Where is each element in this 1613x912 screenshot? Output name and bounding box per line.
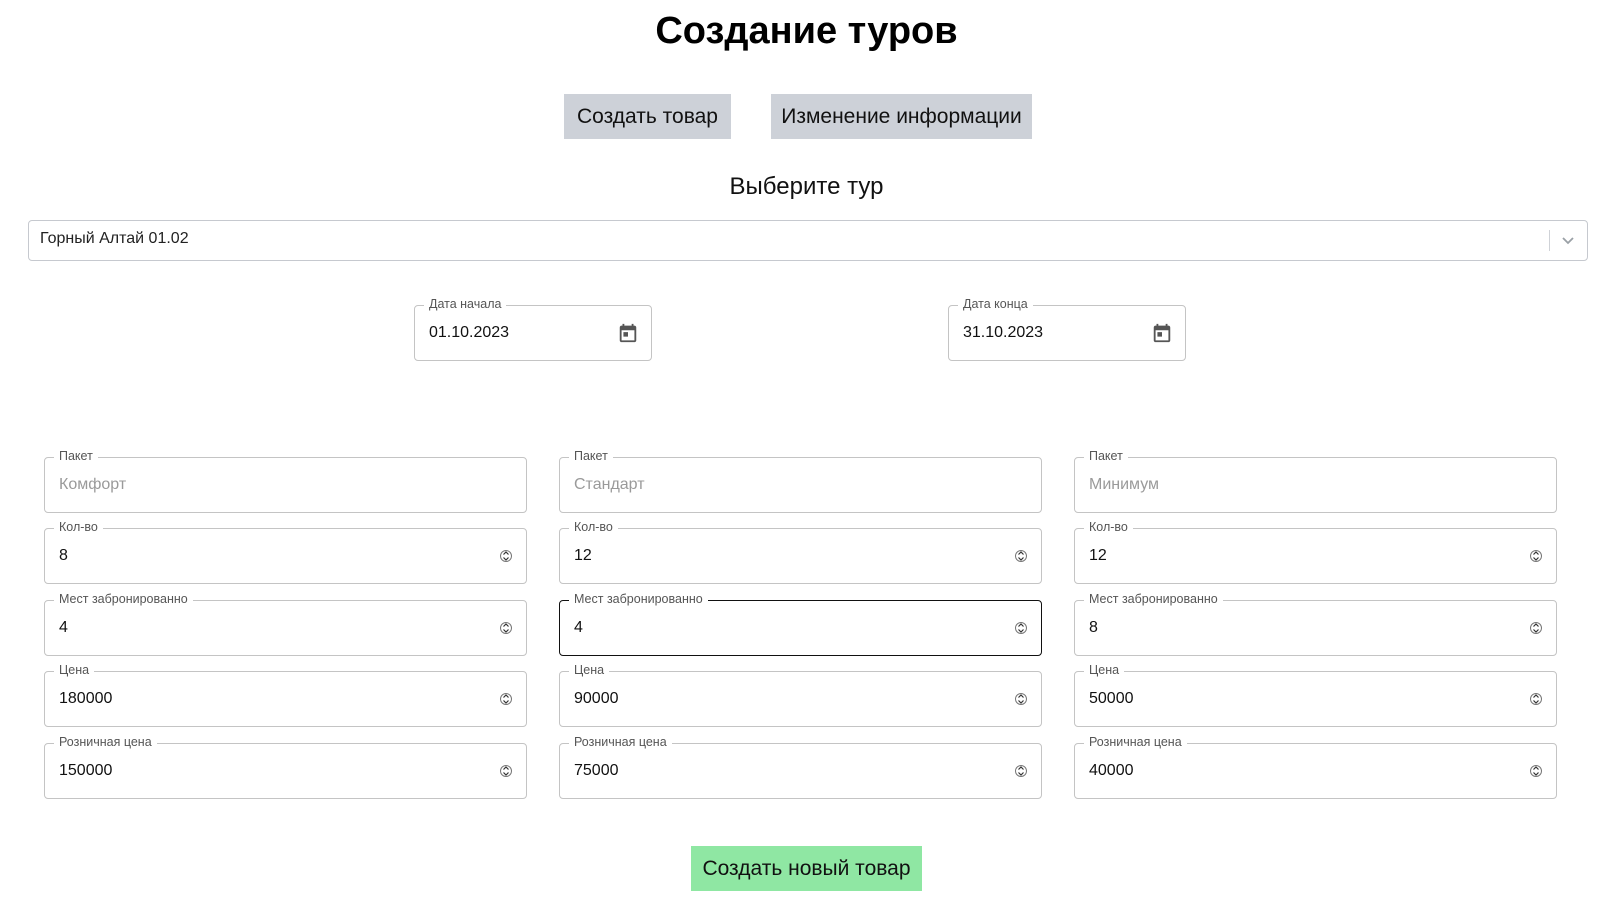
package-name-input[interactable]: Пакет Стандарт [559,448,1042,513]
field-value[interactable]: Комфорт [59,476,126,494]
retail-price-input[interactable]: Розничная цена 40000 [1074,734,1557,799]
create-product-button[interactable]: Создать товар [564,94,731,139]
field-label: Пакет [569,448,613,464]
field-value[interactable]: 12 [1089,547,1107,565]
field-value[interactable]: 8 [1089,619,1098,637]
spinner-arrows-icon[interactable] [1015,546,1027,566]
spinner-arrows-icon[interactable] [1015,618,1027,638]
field-label: Пакет [1084,448,1128,464]
retail-price-input[interactable]: Розничная цена 150000 [44,734,527,799]
end-date-field[interactable]: Дата конца 31.10.2023 [948,296,1186,361]
field-label: Мест забронированно [1084,591,1223,607]
field-value[interactable]: Стандарт [574,476,645,494]
field-label: Розничная цена [54,734,157,750]
field-value[interactable]: 12 [574,547,592,565]
field-value[interactable]: 4 [574,619,583,637]
select-divider [1549,230,1550,251]
price-input[interactable]: Цена 180000 [44,662,527,727]
tour-select-value: Горный Алтай 01.02 [40,230,189,247]
spinner-arrows-icon[interactable] [1015,761,1027,781]
field-value[interactable]: 90000 [574,690,619,708]
spinner-arrows-icon[interactable] [500,689,512,709]
price-input[interactable]: Цена 90000 [559,662,1042,727]
field-label: Кол-во [1084,519,1133,535]
booked-seats-input[interactable]: Мест забронированно 4 [559,591,1042,656]
booked-seats-input[interactable]: Мест забронированно 4 [44,591,527,656]
field-label: Розничная цена [569,734,672,750]
spinner-arrows-icon[interactable] [500,618,512,638]
quantity-input[interactable]: Кол-во 12 [1074,519,1557,584]
field-value[interactable]: 75000 [574,762,619,780]
quantity-input[interactable]: Кол-во 12 [559,519,1042,584]
select-tour-heading: Выберите тур [729,173,884,200]
field-value[interactable]: 8 [59,547,68,565]
spinner-arrows-icon[interactable] [1530,761,1542,781]
field-value[interactable]: 40000 [1089,762,1134,780]
field-label: Цена [54,662,95,678]
quantity-input[interactable]: Кол-во 8 [44,519,527,584]
retail-price-input[interactable]: Розничная цена 75000 [559,734,1042,799]
field-label: Розничная цена [1084,734,1187,750]
spinner-arrows-icon[interactable] [1530,618,1542,638]
field-label: Пакет [54,448,98,464]
calendar-icon[interactable] [1151,322,1173,344]
field-label: Кол-во [54,519,103,535]
start-date-label: Дата начала [424,296,507,312]
field-value[interactable]: 4 [59,619,68,637]
spinner-arrows-icon[interactable] [500,761,512,781]
spinner-arrows-icon[interactable] [1530,546,1542,566]
end-date-label: Дата конца [958,296,1033,312]
field-label: Мест забронированно [54,591,193,607]
spinner-arrows-icon[interactable] [1015,689,1027,709]
field-label: Цена [1084,662,1125,678]
edit-info-button[interactable]: Изменение информации [771,94,1032,139]
field-value[interactable]: 150000 [59,762,112,780]
package-name-input[interactable]: Пакет Минимум [1074,448,1557,513]
tour-select[interactable]: Горный Алтай 01.02 [28,220,1588,261]
calendar-icon[interactable] [617,322,639,344]
start-date-value[interactable]: 01.10.2023 [429,324,509,342]
field-label: Мест забронированно [569,591,708,607]
start-date-field[interactable]: Дата начала 01.10.2023 [414,296,652,361]
field-label: Кол-во [569,519,618,535]
field-label: Цена [569,662,610,678]
create-new-product-button[interactable]: Создать новый товар [691,846,922,891]
chevron-down-icon[interactable] [1559,231,1577,249]
field-value[interactable]: 50000 [1089,690,1134,708]
price-input[interactable]: Цена 50000 [1074,662,1557,727]
spinner-arrows-icon[interactable] [500,546,512,566]
page-title: Создание туров [655,10,958,52]
package-name-input[interactable]: Пакет Комфорт [44,448,527,513]
field-value[interactable]: Минимум [1089,476,1159,494]
booked-seats-input[interactable]: Мест забронированно 8 [1074,591,1557,656]
spinner-arrows-icon[interactable] [1530,689,1542,709]
end-date-value[interactable]: 31.10.2023 [963,324,1043,342]
field-value[interactable]: 180000 [59,690,112,708]
